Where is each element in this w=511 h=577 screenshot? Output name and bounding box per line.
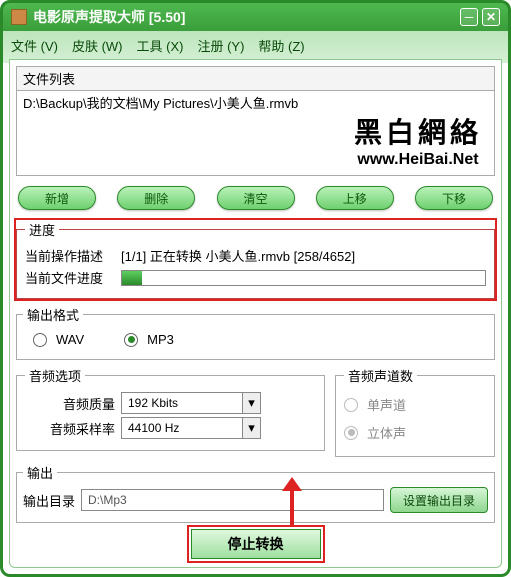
file-progress-bar <box>121 270 486 286</box>
list-toolbar: 新增 删除 清空 上移 下移 <box>16 182 495 214</box>
channels-legend: 音频声道数 <box>344 366 417 385</box>
move-down-button[interactable]: 下移 <box>415 186 493 210</box>
audio-rate-combo[interactable]: 44100 Hz ▾ <box>121 417 261 439</box>
radio-wav[interactable]: WAV <box>33 332 84 347</box>
menu-skin[interactable]: 皮肤 (W) <box>72 36 123 55</box>
output-legend: 输出 <box>23 463 57 482</box>
file-progress-fill <box>122 271 142 285</box>
radio-mp3-label: MP3 <box>147 332 174 347</box>
audio-quality-value: 192 Kbits <box>122 396 242 410</box>
radio-icon <box>33 333 47 347</box>
titlebar: 电影原声提取大师 [5.50] ─ ✕ <box>3 3 508 31</box>
file-progress-label: 当前文件进度 <box>25 268 115 287</box>
output-dir-label: 输出目录 <box>23 491 75 510</box>
audio-rate-value: 44100 Hz <box>122 421 242 435</box>
stop-convert-button[interactable]: 停止转换 <box>191 529 321 559</box>
file-list[interactable]: 文件列表 D:\Backup\我的文档\My Pictures\小美人鱼.rmv… <box>16 66 495 176</box>
radio-icon <box>344 426 358 440</box>
menu-file[interactable]: 文件 (V) <box>11 36 58 55</box>
chevron-down-icon: ▾ <box>242 418 260 438</box>
watermark-url: www.HeiBai.Net <box>354 151 482 169</box>
channels-group: 音频声道数 单声道 立体声 <box>335 366 495 457</box>
audio-rate-label: 音频采样率 <box>25 419 115 438</box>
delete-button[interactable]: 删除 <box>117 186 195 210</box>
set-output-dir-button[interactable]: 设置输出目录 <box>390 487 488 513</box>
output-format-legend: 输出格式 <box>23 305 83 324</box>
audio-options-legend: 音频选项 <box>25 366 85 385</box>
radio-icon <box>344 398 358 412</box>
menu-help[interactable]: 帮助 (Z) <box>258 36 304 55</box>
close-button[interactable]: ✕ <box>482 8 500 26</box>
menu-register[interactable]: 注册 (Y) <box>197 36 244 55</box>
radio-mono[interactable]: 单声道 <box>344 395 406 414</box>
add-button[interactable]: 新增 <box>18 186 96 210</box>
radio-wav-label: WAV <box>56 332 84 347</box>
move-up-button[interactable]: 上移 <box>316 186 394 210</box>
minimize-button[interactable]: ─ <box>460 8 478 26</box>
client-area: 文件列表 D:\Backup\我的文档\My Pictures\小美人鱼.rmv… <box>9 59 502 568</box>
audio-quality-label: 音频质量 <box>25 394 115 413</box>
watermark: 黑白網絡 www.HeiBai.Net <box>354 111 482 169</box>
current-op-label: 当前操作描述 <box>25 246 115 265</box>
radio-stereo[interactable]: 立体声 <box>344 423 406 442</box>
watermark-text: 黑白網絡 <box>354 111 482 151</box>
radio-icon <box>124 333 138 347</box>
progress-legend: 进度 <box>25 220 59 239</box>
current-op-value: [1/1] 正在转换 小美人鱼.rmvb [258/4652] <box>121 246 355 265</box>
window-title: 电影原声提取大师 [5.50] <box>33 7 185 27</box>
radio-mp3[interactable]: MP3 <box>124 332 174 347</box>
chevron-down-icon: ▾ <box>242 393 260 413</box>
app-icon <box>11 9 27 25</box>
file-list-item[interactable]: D:\Backup\我的文档\My Pictures\小美人鱼.rmvb <box>23 93 488 112</box>
output-dir-input[interactable]: D:\Mp3 <box>81 489 384 511</box>
output-group: 输出 输出目录 D:\Mp3 设置输出目录 <box>16 463 495 523</box>
menubar: 文件 (V) 皮肤 (W) 工具 (X) 注册 (Y) 帮助 (Z) <box>3 31 508 59</box>
radio-stereo-label: 立体声 <box>367 423 406 442</box>
audio-options-group: 音频选项 音频质量 192 Kbits ▾ 音频采样率 44100 Hz ▾ <box>16 366 325 451</box>
clear-button[interactable]: 清空 <box>217 186 295 210</box>
audio-quality-combo[interactable]: 192 Kbits ▾ <box>121 392 261 414</box>
output-dir-value: D:\Mp3 <box>88 493 127 507</box>
radio-mono-label: 单声道 <box>367 395 406 414</box>
app-window: 电影原声提取大师 [5.50] ─ ✕ 文件 (V) 皮肤 (W) 工具 (X)… <box>0 0 511 577</box>
file-list-header: 文件列表 <box>17 67 494 91</box>
progress-group: 进度 当前操作描述 [1/1] 正在转换 小美人鱼.rmvb [258/4652… <box>16 220 495 299</box>
output-format-group: 输出格式 WAV MP3 <box>16 305 495 360</box>
menu-tools[interactable]: 工具 (X) <box>137 36 184 55</box>
